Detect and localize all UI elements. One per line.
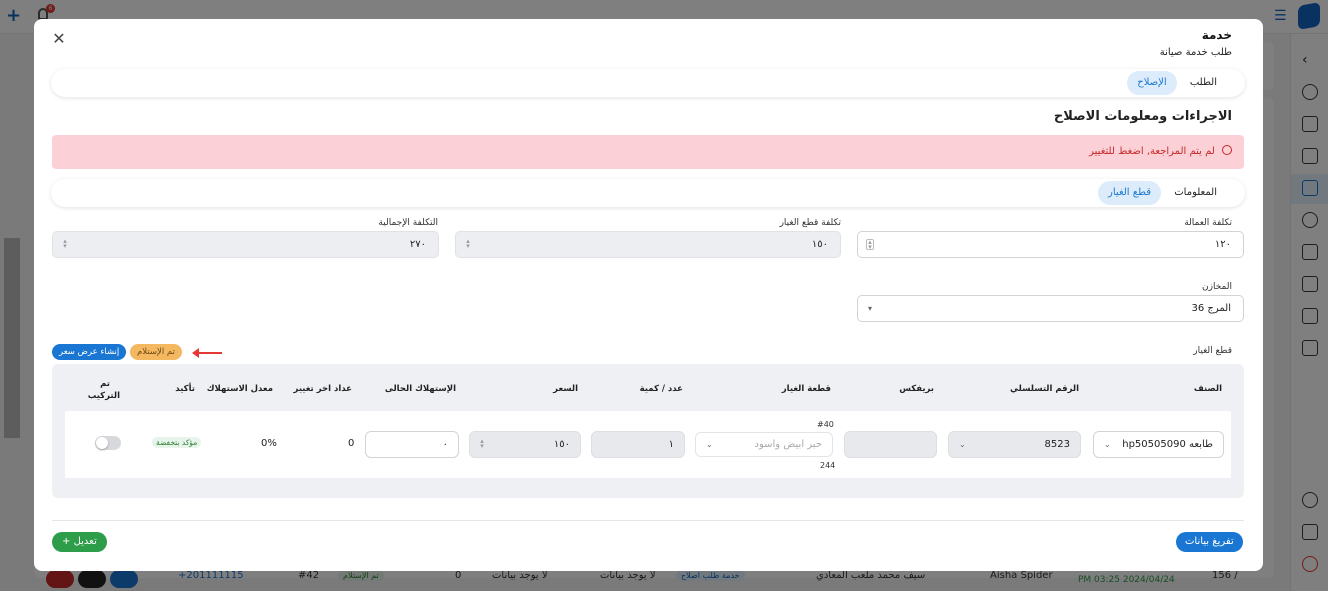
header-current-consumption: الإستهلاك الحالى bbox=[384, 384, 456, 394]
price-input: ١٥٠ ▴ ▾ bbox=[469, 431, 581, 458]
consumption-rate: 0% bbox=[261, 438, 277, 449]
unload-data-button[interactable]: تفريغ بيانات bbox=[1176, 532, 1243, 552]
arrow-left-icon bbox=[192, 348, 222, 358]
last-change-counter: 0 bbox=[348, 438, 355, 449]
parts-cost-label: تكلفة قطع الغيار bbox=[779, 218, 841, 228]
confirm-badge: مؤكد بتخفضة bbox=[152, 437, 202, 448]
part-number-top: #40 bbox=[817, 420, 834, 429]
header-installed: تم التركيب bbox=[87, 379, 120, 401]
footer-divider bbox=[52, 520, 1244, 521]
modal-title: خدمة bbox=[1201, 28, 1232, 42]
qty-input[interactable]: ١ bbox=[591, 431, 685, 458]
close-icon[interactable]: ✕ bbox=[51, 31, 67, 47]
edit-button[interactable]: + تعديل bbox=[52, 532, 107, 552]
category-value: طابعه hp50505090 bbox=[1122, 439, 1213, 450]
parts-cost-input: ١٥٠ ▴ ▾ bbox=[455, 231, 841, 258]
header-part: قطعة الغيار bbox=[781, 384, 831, 394]
spare-part-placeholder: حبر ابيض واسود bbox=[754, 439, 822, 450]
parts-cost-value: ١٥٠ bbox=[811, 239, 828, 250]
stepper-icon: ▴ ▾ bbox=[63, 237, 67, 250]
header-category: الصنف bbox=[1193, 384, 1222, 394]
warehouse-value: المرج 36 bbox=[1191, 303, 1232, 314]
stepper-icon[interactable]: ▴ ▾ bbox=[866, 239, 874, 251]
tab-spare-parts[interactable]: قطع الغيار bbox=[1098, 181, 1162, 205]
review-alert[interactable]: لم يتم المراجعة, اضغط للتغيير bbox=[52, 135, 1244, 169]
service-modal: ✕ خدمة طلب خدمة صيانة الطلب الإصلاح الاج… bbox=[34, 19, 1263, 571]
warehouse-select[interactable]: المرج 36 ▾ bbox=[857, 295, 1244, 322]
chevron-down-icon: ⌄ bbox=[1104, 440, 1111, 449]
spare-part-select[interactable]: حبر ابيض واسود ⌄ bbox=[695, 432, 833, 457]
labor-cost-label: تكلفة العمالة bbox=[1184, 218, 1232, 228]
total-cost-label: التكلفة الإجمالية bbox=[378, 218, 438, 228]
total-cost-value: ٢٧٠ bbox=[409, 239, 426, 250]
alert-text: لم يتم المراجعة, اضغط للتغيير bbox=[1089, 146, 1215, 157]
header-qty: عدد / كمية bbox=[639, 384, 683, 394]
total-cost-input: ٢٧٠ ▴ ▾ bbox=[52, 231, 439, 258]
header-confirm: تأكيد bbox=[175, 384, 195, 394]
labor-cost-value: ١٢٠ bbox=[1214, 239, 1231, 250]
tab-request[interactable]: الطلب bbox=[1180, 71, 1227, 95]
chevron-down-icon: ⌄ bbox=[706, 440, 713, 449]
create-quote-button[interactable]: إنشاء عرض سعر bbox=[52, 344, 127, 360]
sub-tabs: المعلومات قطع الغيار bbox=[51, 179, 1245, 207]
edit-button-label: تعديل bbox=[73, 536, 97, 547]
installed-toggle[interactable] bbox=[95, 436, 121, 450]
header-last-change-counter: عداد اخر تغيير bbox=[293, 384, 352, 394]
stepper-icon: ▴ ▾ bbox=[466, 237, 470, 250]
section-title: الاجراءات ومعلومات الاصلاح bbox=[1053, 109, 1232, 124]
part-number-bottom: 244 bbox=[820, 461, 836, 470]
qty-value: ١ bbox=[668, 439, 674, 450]
received-status-badge: تم الإستلام bbox=[130, 344, 182, 360]
stepper-icon: ▴ ▾ bbox=[480, 437, 484, 450]
current-consumption-input[interactable]: ٠ bbox=[365, 431, 459, 458]
header-consumption-rate: معدل الاستهلاك bbox=[206, 384, 273, 394]
current-consumption-value: ٠ bbox=[442, 439, 448, 450]
tab-information[interactable]: المعلومات bbox=[1164, 181, 1227, 205]
serial-value: 8523 bbox=[1044, 439, 1070, 450]
plus-icon: + bbox=[62, 536, 71, 547]
header-prefix: بريفكس bbox=[899, 384, 934, 394]
caret-down-icon: ▾ bbox=[868, 304, 873, 313]
chevron-down-icon: ⌄ bbox=[959, 440, 966, 449]
header-serial: الرقم التسلسلي bbox=[1010, 384, 1079, 394]
header-price: السعر bbox=[553, 384, 578, 394]
tab-repair[interactable]: الإصلاح bbox=[1127, 71, 1177, 95]
spare-parts-label: قطع الغيار bbox=[1193, 346, 1232, 356]
main-tabs: الطلب الإصلاح bbox=[51, 69, 1245, 97]
prefix-input[interactable] bbox=[844, 431, 937, 458]
spare-parts-table: الصنف الرقم التسلسلي بريفكس قطعة الغيار … bbox=[52, 364, 1244, 498]
modal-subtitle: طلب خدمة صيانة bbox=[1159, 47, 1232, 58]
category-select[interactable]: طابعه hp50505090 ⌄ bbox=[1093, 431, 1224, 458]
check-circle-icon bbox=[1222, 145, 1232, 155]
table-row: طابعه hp50505090 ⌄ 8523 ⌄ #40 حبر ابيض و… bbox=[65, 411, 1231, 478]
serial-select[interactable]: 8523 ⌄ bbox=[948, 431, 1081, 458]
labor-cost-input[interactable]: ١٢٠ ▴ ▾ bbox=[857, 231, 1244, 258]
price-value: ١٥٠ bbox=[553, 439, 570, 450]
warehouse-label: المخازن bbox=[1202, 282, 1232, 292]
